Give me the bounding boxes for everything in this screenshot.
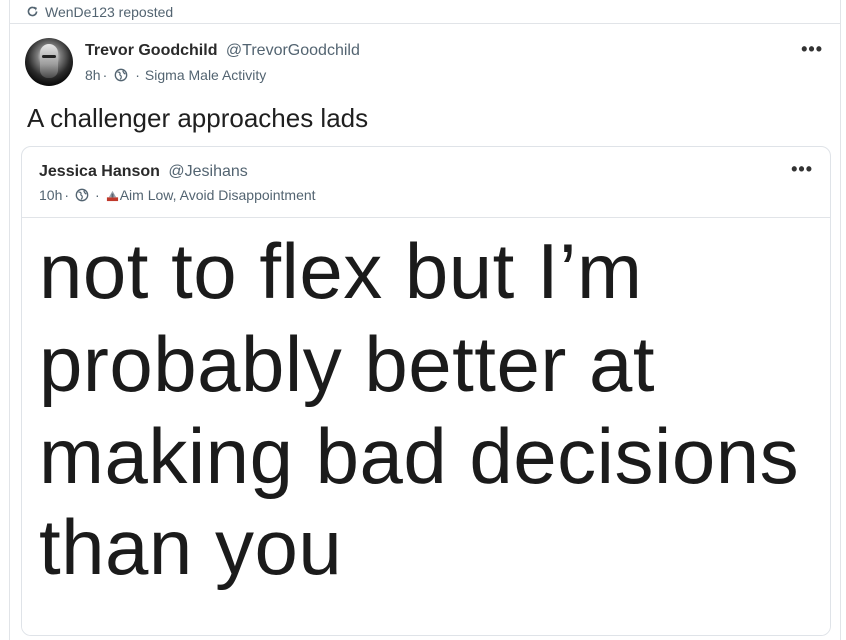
meme-text-line: probably better at: [39, 320, 656, 408]
quoted-meta: 10h · · Aim Low, Avoid Disappointment: [39, 187, 316, 203]
author-handle[interactable]: @TrevorGoodchild: [226, 42, 360, 59]
repost-header: WenDe123 reposted: [10, 0, 840, 24]
post-meta: 8h · · Sigma Male Activity: [85, 67, 266, 83]
author-avatar[interactable]: [25, 38, 73, 86]
globe-icon: [114, 68, 128, 82]
author-line: Trevor Goodchild @TrevorGoodchild: [85, 42, 360, 60]
post-timestamp[interactable]: 8h: [85, 67, 101, 83]
meme-text-line: than you: [39, 503, 343, 591]
meta-separator: ·: [135, 67, 140, 83]
meta-separator: ·: [64, 187, 70, 203]
quoted-timestamp[interactable]: 10h: [39, 187, 62, 203]
repost-icon: [27, 6, 38, 17]
community-flag-icon: [106, 190, 118, 201]
author-name[interactable]: Trevor Goodchild: [85, 42, 217, 59]
community-link[interactable]: Sigma Male Activity: [145, 67, 266, 83]
post-body-text: A challenger approaches lads: [27, 103, 369, 133]
meme-image[interactable]: not to flex but I’m probably better at m…: [22, 218, 830, 635]
quoted-author-name[interactable]: Jessica Hanson: [39, 163, 160, 180]
quoted-more-options-icon[interactable]: •••: [791, 160, 813, 178]
meme-text-line: not to flex but I’m: [39, 227, 643, 315]
quoted-community-link[interactable]: Aim Low, Avoid Disappointment: [120, 187, 316, 203]
more-options-icon[interactable]: •••: [801, 40, 823, 58]
meta-separator: ·: [95, 187, 100, 203]
repost-text[interactable]: WenDe123 reposted: [45, 4, 173, 20]
quoted-post[interactable]: Jessica Hanson @Jesihans 10h · · Aim Low…: [21, 146, 831, 636]
globe-icon: [75, 188, 89, 202]
quoted-author-line: Jessica Hanson @Jesihans: [39, 163, 248, 181]
meme-text-line: making bad decisions: [39, 412, 800, 500]
meta-separator: ·: [102, 67, 108, 83]
quoted-author-handle[interactable]: @Jesihans: [168, 163, 247, 180]
post-container: WenDe123 reposted Trevor Goodchild @Trev…: [9, 0, 841, 640]
